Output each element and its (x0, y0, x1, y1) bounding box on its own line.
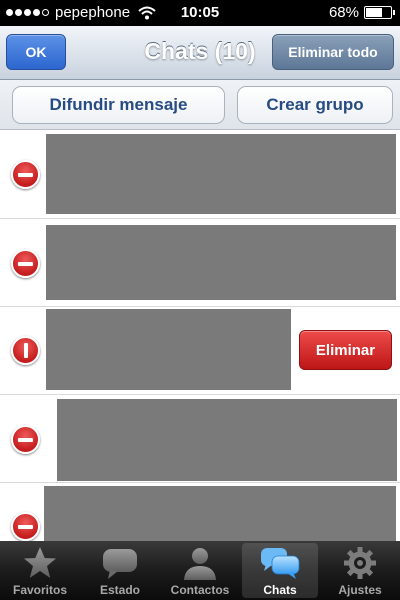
tab-chats[interactable]: Chats (240, 541, 320, 600)
create-group-button[interactable]: Crear grupo (237, 86, 393, 124)
star-icon (24, 547, 56, 578)
action-toolbar: Difundir mensaje Crear grupo (0, 80, 400, 130)
tab-favoritos[interactable]: Favoritos (0, 541, 80, 600)
redacted-chat-content (46, 225, 396, 300)
gear-icon (344, 547, 376, 579)
tab-label: Chats (263, 583, 297, 597)
tab-contactos[interactable]: Contactos (160, 541, 240, 600)
tab-label: Contactos (170, 583, 230, 597)
chat-row[interactable] (0, 219, 400, 307)
person-icon (184, 548, 216, 580)
row-delete-button[interactable]: Eliminar (299, 330, 392, 370)
delete-toggle-icon[interactable] (11, 425, 40, 454)
speech-bubble-icon (103, 549, 137, 579)
chat-row[interactable] (0, 131, 400, 219)
tab-label: Ajustes (338, 583, 382, 597)
chat-row[interactable] (0, 395, 400, 483)
delete-toggle-icon[interactable] (11, 512, 40, 541)
redacted-chat-content (46, 309, 291, 390)
chat-row[interactable]: Eliminar (0, 307, 400, 395)
chat-list: Eliminar (0, 131, 400, 541)
broadcast-message-button[interactable]: Difundir mensaje (12, 86, 225, 124)
tab-ajustes[interactable]: Ajustes (320, 541, 400, 600)
chat-bubbles-icon (261, 548, 300, 579)
tab-bar: Favoritos Estado Contactos Chats Ajustes (0, 541, 400, 600)
navigation-bar: OK Chats (10) Eliminar todo (0, 26, 400, 80)
tab-estado[interactable]: Estado (80, 541, 160, 600)
battery-icon (364, 6, 395, 19)
ok-button[interactable]: OK (6, 34, 66, 70)
status-bar: pepephone 10:05 68% (0, 0, 400, 26)
delete-toggle-icon[interactable] (11, 336, 40, 365)
status-right: 68% (328, 4, 395, 21)
redacted-chat-content (44, 486, 396, 541)
delete-all-button[interactable]: Eliminar todo (272, 34, 394, 70)
redacted-chat-content (46, 134, 396, 214)
delete-toggle-icon[interactable] (11, 160, 40, 189)
tab-label: Estado (99, 583, 140, 597)
tab-label: Favoritos (12, 583, 67, 597)
battery-percent: 68% (328, 4, 359, 21)
redacted-chat-content (57, 399, 397, 481)
chat-row[interactable] (0, 483, 400, 541)
delete-toggle-icon[interactable] (11, 249, 40, 278)
